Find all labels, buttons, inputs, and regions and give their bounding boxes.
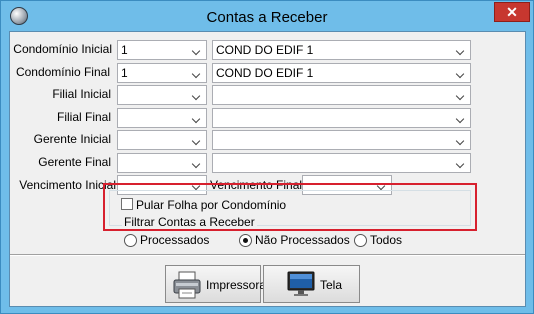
chevron-down-icon[interactable] [190,154,204,172]
chevron-down-icon[interactable] [190,64,204,82]
chevron-down-icon[interactable] [454,41,468,59]
gerente-final-label: Gerente Final [38,155,111,169]
vencimento-inicial-label: Vencimento Inicial [19,178,116,192]
filial-inicial-name-select[interactable] [212,85,471,105]
filial-final-name-select[interactable] [212,108,471,128]
impressora-button[interactable]: Impressora [165,265,266,303]
window-title: Contas a Receber [206,9,328,26]
radio-processados-label[interactable]: Processados [140,233,209,247]
form-area: Condomínio Inicial 1 COND DO EDIF 1 Cond… [9,31,526,307]
chevron-down-icon[interactable] [454,64,468,82]
chevron-down-icon[interactable] [454,86,468,104]
condominio-inicial-label: Condomínio Inicial [13,42,112,56]
gerente-inicial-code-select[interactable] [117,130,207,150]
impressora-label: Impressora [206,278,267,292]
condominio-final-label: Condomínio Final [15,65,110,79]
filial-final-code-select[interactable] [117,108,207,128]
printer-icon [173,271,201,299]
filtro-group-title: Filtrar Contas a Receber [122,215,257,229]
chevron-down-icon[interactable] [190,41,204,59]
chevron-down-icon[interactable] [454,131,468,149]
filial-final-label: Filial Final [56,110,111,124]
condominio-final-name-value: COND DO EDIF 1 [216,66,314,80]
gerente-inicial-label: Gerente Inicial [33,132,111,146]
radio-todos-label[interactable]: Todos [370,233,402,247]
condominio-inicial-name-value: COND DO EDIF 1 [216,43,314,57]
filial-inicial-label: Filial Inicial [52,87,111,101]
condominio-final-code-value: 1 [121,66,128,80]
radio-nao-processados[interactable] [239,234,252,247]
radio-nao-processados-label[interactable]: Não Processados [255,233,350,247]
chevron-down-icon[interactable] [190,109,204,127]
chevron-down-icon[interactable] [190,131,204,149]
tela-button[interactable]: Tela [263,265,360,303]
window: Contas a Receber ✕ Condomínio Inicial 1 … [0,0,534,314]
divider [10,254,525,256]
close-button[interactable]: ✕ [494,2,530,22]
condominio-final-name-select[interactable]: COND DO EDIF 1 [212,63,471,83]
condominio-final-code-select[interactable]: 1 [117,63,207,83]
chevron-down-icon[interactable] [454,154,468,172]
gerente-final-name-select[interactable] [212,153,471,173]
gerente-final-code-select[interactable] [117,153,207,173]
chevron-down-icon[interactable] [454,109,468,127]
chevron-down-icon[interactable] [190,86,204,104]
tela-label: Tela [320,278,343,292]
condominio-inicial-code-value: 1 [121,43,128,57]
monitor-icon [287,271,315,296]
condominio-inicial-name-select[interactable]: COND DO EDIF 1 [212,40,471,60]
condominio-inicial-code-select[interactable]: 1 [117,40,207,60]
radio-processados[interactable] [124,234,137,247]
gerente-inicial-name-select[interactable] [212,130,471,150]
filial-inicial-code-select[interactable] [117,85,207,105]
title-bar[interactable]: Contas a Receber ✕ [1,1,533,31]
radio-todos[interactable] [354,234,367,247]
